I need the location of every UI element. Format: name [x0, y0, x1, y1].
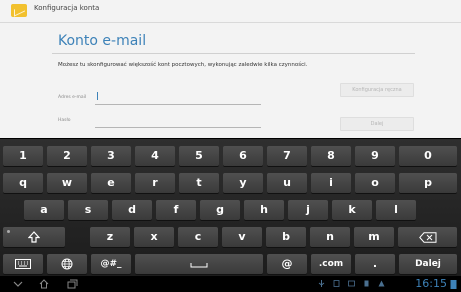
key-7[interactable]: 7 [267, 146, 307, 166]
key-e[interactable]: e [91, 173, 131, 193]
sd-card-icon [333, 280, 340, 287]
key-1[interactable]: 1 [3, 146, 43, 166]
key-8[interactable]: 8 [311, 146, 351, 166]
warning-icon [378, 280, 385, 287]
back-icon[interactable] [12, 278, 24, 290]
shift-icon [27, 231, 41, 243]
key-k[interactable]: k [332, 200, 372, 220]
email-field[interactable] [95, 93, 261, 105]
key-3[interactable]: 3 [91, 146, 131, 166]
battery-icon [450, 280, 457, 289]
text-cursor [97, 92, 98, 100]
key-f[interactable]: f [156, 200, 196, 220]
key-x[interactable]: x [134, 227, 174, 247]
key-t[interactable]: t [179, 173, 219, 193]
shift-key[interactable] [3, 227, 65, 247]
language-key[interactable] [47, 254, 87, 274]
backspace-key[interactable] [398, 227, 457, 247]
clock: 16:15 [415, 277, 447, 290]
title-bar: Konfiguracja konta [0, 0, 461, 23]
space-icon [190, 263, 208, 268]
key-q[interactable]: q [3, 173, 43, 193]
key-l[interactable]: l [376, 200, 416, 220]
key-w[interactable]: w [47, 173, 87, 193]
window-title: Konfiguracja konta [34, 4, 100, 12]
key-i[interactable]: i [311, 173, 351, 193]
period-key[interactable]: . [355, 254, 395, 274]
next-button[interactable]: Dalej [340, 117, 414, 131]
key-r[interactable]: r [135, 173, 175, 193]
key-4[interactable]: 4 [135, 146, 175, 166]
keyboard-settings-key[interactable] [3, 254, 43, 274]
usb-icon [318, 280, 325, 287]
enter-key[interactable]: Dalej [399, 254, 457, 274]
indicator-dot [7, 230, 10, 233]
key-6[interactable]: 6 [223, 146, 263, 166]
password-field[interactable] [95, 116, 261, 128]
account-setup-screen: Konfiguracja konta Konto e-mail Możesz t… [0, 0, 461, 138]
key-u[interactable]: u [267, 173, 307, 193]
key-m[interactable]: m [354, 227, 394, 247]
key-c[interactable]: c [178, 227, 218, 247]
key-a[interactable]: a [24, 200, 64, 220]
key-b[interactable]: b [266, 227, 306, 247]
manual-setup-button[interactable]: Konfiguracja ręczna [340, 83, 414, 97]
key-j[interactable]: j [288, 200, 328, 220]
email-app-icon [11, 4, 27, 17]
key-0[interactable]: 0 [399, 146, 457, 166]
password-label: Hasło [58, 118, 71, 123]
at-key[interactable]: @ [267, 254, 307, 274]
page-title: Konto e-mail [58, 33, 147, 49]
key-p[interactable]: p [399, 173, 457, 193]
screenshot-icon [348, 280, 355, 287]
key-h[interactable]: h [244, 200, 284, 220]
key-o[interactable]: o [355, 173, 395, 193]
keyboard-icon [15, 259, 31, 269]
key-z[interactable]: z [90, 227, 130, 247]
dotcom-key[interactable]: .com [311, 254, 351, 274]
space-key[interactable] [135, 254, 263, 274]
globe-icon [61, 258, 73, 270]
key-v[interactable]: v [222, 227, 262, 247]
symbols-key[interactable]: @#_ [91, 254, 131, 274]
notification-icon [364, 280, 369, 287]
heading-divider [52, 53, 415, 54]
key-d[interactable]: d [112, 200, 152, 220]
key-y[interactable]: y [223, 173, 263, 193]
home-icon[interactable] [38, 278, 50, 290]
on-screen-keyboard: 1 2 3 4 5 6 7 8 9 0 q w e r t y u i o p … [0, 139, 461, 276]
email-label: Adres e-mail [58, 95, 87, 100]
recent-apps-icon[interactable] [66, 278, 78, 290]
backspace-icon [418, 232, 436, 243]
key-5[interactable]: 5 [179, 146, 219, 166]
system-bar: 16:15 [0, 276, 461, 292]
intro-text: Możesz tu skonfigurować większość kont p… [58, 62, 308, 68]
key-g[interactable]: g [200, 200, 240, 220]
key-s[interactable]: s [68, 200, 108, 220]
key-9[interactable]: 9 [355, 146, 395, 166]
key-n[interactable]: n [310, 227, 350, 247]
key-2[interactable]: 2 [47, 146, 87, 166]
